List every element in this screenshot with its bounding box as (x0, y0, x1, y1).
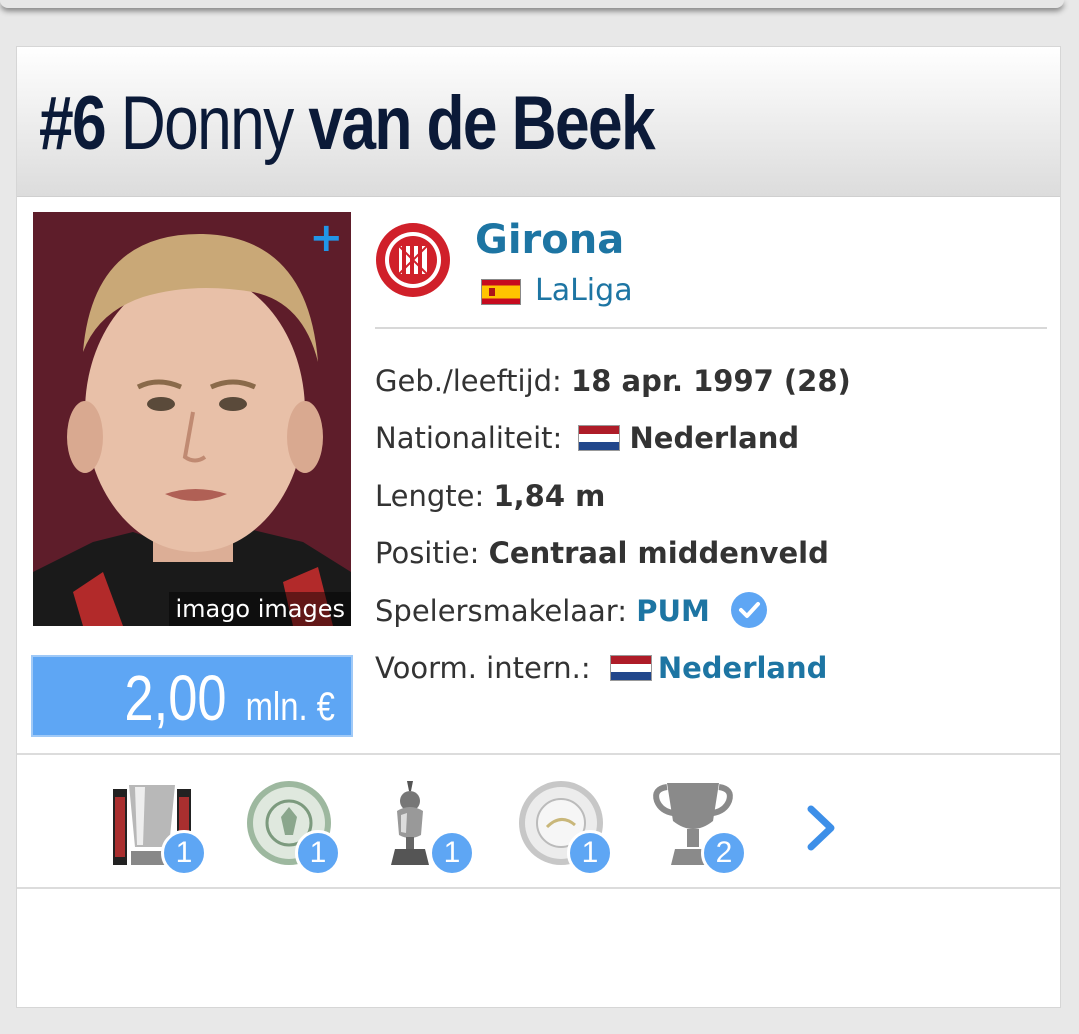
position-value: Centraal middenveld (488, 536, 829, 570)
player-photo[interactable]: + imago images (33, 212, 351, 626)
market-value-box[interactable]: 2,00 mln. € (31, 655, 353, 737)
photo-credit: imago images (169, 592, 351, 626)
height-value: 1,84 m (493, 479, 606, 513)
player-title: #6 Donny van de Beek (39, 79, 656, 169)
flag-netherlands-icon (577, 425, 620, 451)
plus-icon[interactable]: + (309, 216, 343, 260)
chevron-right-icon[interactable] (801, 803, 841, 853)
detail-birth-age: Geb./leeftijd: 18 apr. 1997 (28) (375, 359, 851, 403)
player-last-name: van de Beek (308, 81, 655, 166)
trophy-count-badge: 1 (161, 830, 207, 876)
verified-check-icon (731, 592, 768, 628)
detail-height: Lengte: 1,84 m (375, 474, 605, 518)
trophy-item[interactable]: 1 (517, 777, 613, 876)
top-navigation-bar (0, 0, 1064, 8)
club-name-link[interactable]: Girona (475, 215, 624, 265)
detail-label: Voorm. intern.: (375, 651, 591, 685)
detail-agent: Spelersmakelaar: PUM (375, 589, 768, 633)
trophy-item[interactable]: 2 (651, 777, 747, 876)
detail-former-international: Voorm. intern.: Nederland (375, 646, 827, 690)
detail-label: Positie: (375, 536, 480, 570)
trophy-count-badge: 1 (429, 830, 475, 876)
detail-label: Nationaliteit: (375, 421, 563, 455)
market-value-unit: mln. € (245, 685, 335, 729)
trophy-item[interactable]: 1 (379, 777, 475, 876)
national-team-link[interactable]: Nederland (658, 651, 828, 685)
trophy-item[interactable]: 1 (245, 777, 341, 876)
shirt-number: #6 (39, 81, 107, 166)
league-name: LaLiga (535, 273, 633, 308)
player-profile-card: #6 Donny van de Beek + imago images 2,00 (16, 46, 1061, 1008)
trophy-count-badge: 2 (701, 830, 747, 876)
detail-nationality: Nationaliteit: Nederland (375, 416, 799, 460)
nationality-value: Nederland (629, 421, 800, 455)
section-divider (17, 887, 1060, 889)
flag-spain-icon (481, 279, 521, 305)
trophy-count-badge: 1 (295, 830, 341, 876)
trophy-item[interactable]: 1 (111, 777, 207, 876)
player-portrait-image (33, 212, 351, 626)
flag-netherlands-icon (609, 655, 652, 681)
birth-date-value: 18 apr. 1997 (28) (571, 364, 851, 398)
agent-link[interactable]: PUM (636, 594, 710, 628)
player-first-name: Donny (120, 81, 295, 166)
market-value-amount: 2,00 (124, 662, 227, 734)
detail-label: Lengte: (375, 479, 485, 513)
detail-position: Positie: Centraal middenveld (375, 531, 829, 575)
section-divider (17, 753, 1060, 755)
club-divider (375, 327, 1047, 329)
detail-label: Geb./leeftijd: (375, 364, 562, 398)
player-header: #6 Donny van de Beek (17, 47, 1060, 197)
detail-label: Spelersmakelaar: (375, 594, 627, 628)
trophy-count-badge: 1 (567, 830, 613, 876)
girona-crest-icon[interactable] (375, 222, 451, 298)
